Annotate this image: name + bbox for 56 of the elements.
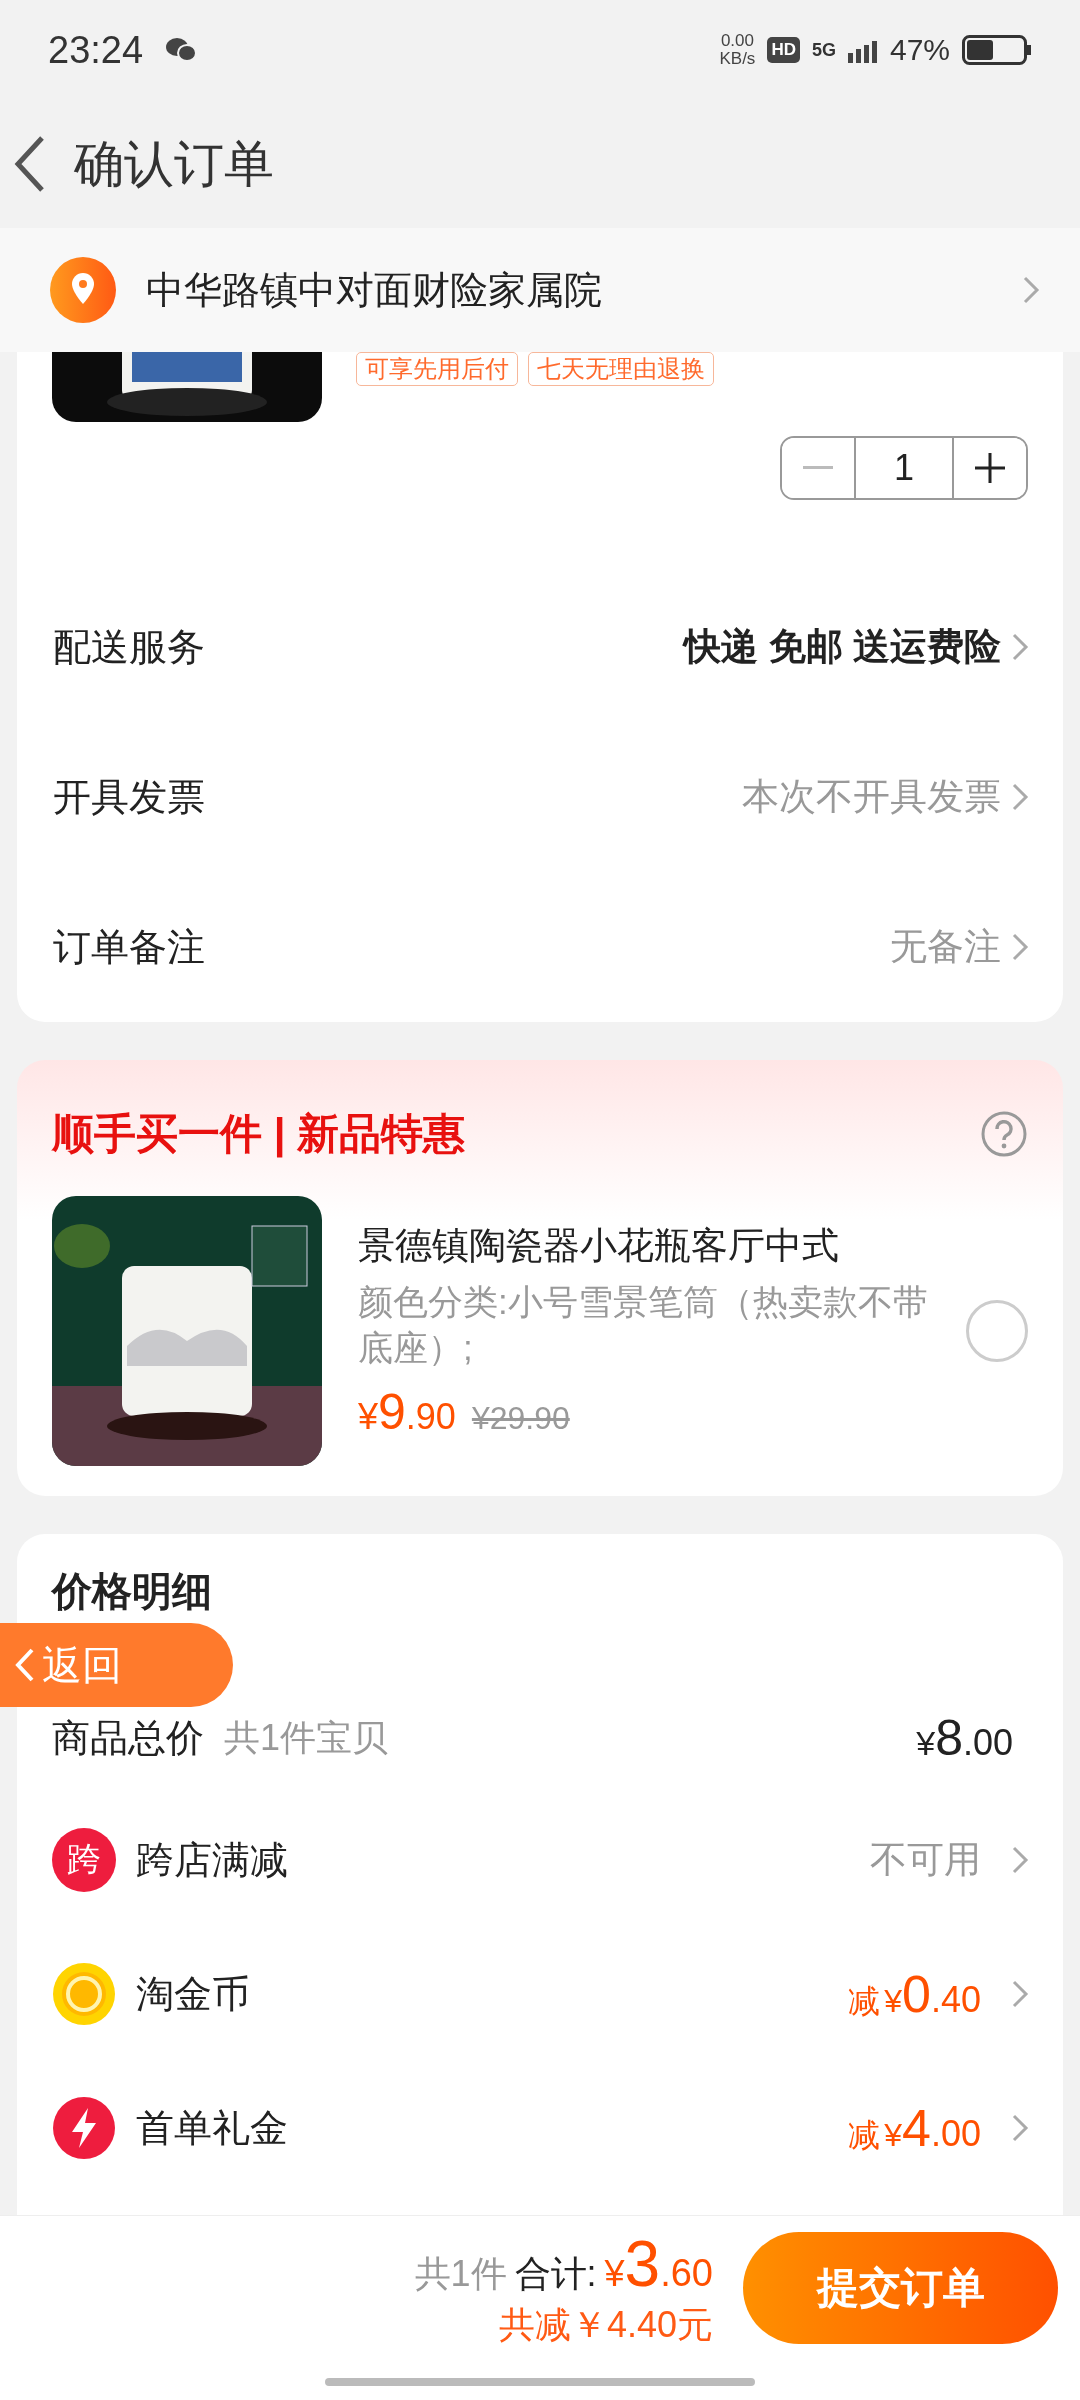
item-count: 共1件 [414,2251,507,2296]
discount-value[interactable]: 减¥0.40 [847,1964,981,2024]
row-label: 跨店满减 [136,1837,289,1883]
chevron-icon [1011,1845,1029,1875]
row-value[interactable]: 不可用 [870,1835,981,1885]
chevron-icon [1011,2113,1029,2143]
page-title: 确认订单 [74,134,274,194]
discount-value[interactable]: 减¥4.00 [847,2098,981,2158]
network-type: 5G [811,41,836,59]
total-price: ¥8.00 [916,1709,1013,1767]
service-tag: 可享先用后付 [356,352,518,386]
battery-icon [962,35,1032,65]
row-label: 开具发票 [53,774,206,820]
clock: 23:24 [48,30,144,70]
row-value[interactable]: 快递 免邮 送运费险 [684,622,1001,672]
total-label: 合计: [514,2251,597,2296]
plus-icon [975,453,1005,483]
back-float-button[interactable]: 返回 [0,1623,233,1707]
row-label: 首单礼金 [136,2105,289,2151]
item-count: 共1件宝贝 [224,1715,390,1760]
row-label: 商品总价 [52,1715,204,1761]
product-spec: 颜色分类:小号雪景笔筒（热卖款不带底座）; [358,1281,929,1369]
address-bar[interactable]: 中华路镇中对面财险家属院 [0,228,1080,352]
row-label: 淘金币 [136,1971,251,2017]
section-title: 价格明细 [52,1569,212,1613]
chevron-icon [1011,1979,1029,2009]
service-tag: 七天无理由退换 [528,352,714,386]
speed-unit: KB/s [719,50,756,68]
cross-store-icon: 跨 [52,1828,116,1892]
submit-button[interactable]: 提交订单 [743,2232,1058,2344]
row-value[interactable]: 本次不开具发票 [742,772,1001,822]
battery-percent: 47% [889,34,950,66]
lightning-icon [52,2096,116,2160]
row-label: 订单备注 [53,924,206,970]
chevron-icon [1011,932,1029,962]
row-label: 配送服务 [53,624,206,670]
chevron-left-icon [14,1647,36,1683]
product-price: ¥9.90 [358,1383,456,1441]
section-title: 顺手买一件 | 新品特惠 [52,1109,466,1160]
chevron-icon [1022,275,1040,305]
hd-badge: HD [767,37,800,63]
total-price: ¥3.60 [604,2226,713,2301]
savings-text: 共减￥4.40元 [498,2302,713,2347]
chevron-icon [1011,632,1029,662]
product-name: 景德镇陶瓷器小花瓶客厅中式 [358,1224,840,1268]
row-value[interactable]: 无备注 [890,922,1001,972]
network-speed: 0.00 [720,32,754,50]
location-pin-icon [50,257,116,323]
quantity-stepper[interactable]: 1 [780,436,1028,500]
original-price: ¥29.90 [471,1400,570,1437]
back-icon[interactable] [12,134,46,194]
help-icon[interactable] [980,1110,1028,1158]
address-text: 中华路镇中对面财险家属院 [146,267,603,313]
coin-icon [52,1962,116,2026]
minus-icon [803,466,833,470]
chevron-icon [1011,782,1029,812]
